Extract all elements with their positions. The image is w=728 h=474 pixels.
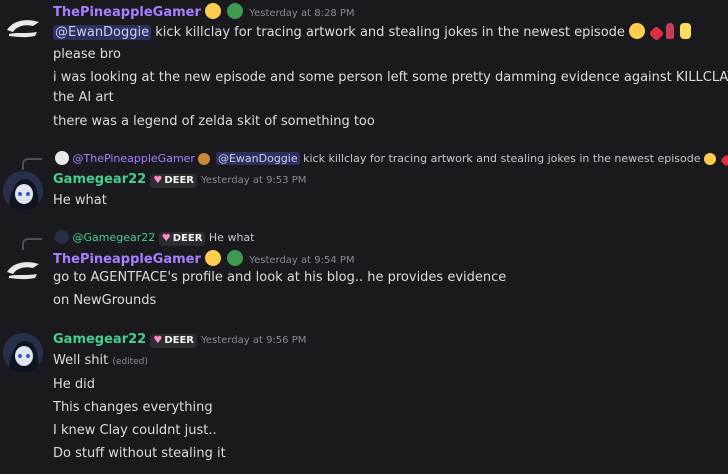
message-line: Do stuff without stealing it	[53, 446, 226, 461]
message-text: Well shit	[53, 353, 109, 368]
username[interactable]: ThePineappleGamer	[53, 5, 201, 20]
message-header: ThePineappleGamer Yesterday at 9:54 PM	[53, 250, 355, 267]
star-struck-emoji-icon	[205, 3, 222, 19]
timestamp[interactable]: Yesterday at 9:56 PM	[201, 335, 306, 346]
relieved-face-emoji-icon	[629, 23, 646, 39]
message-line: He what	[53, 193, 107, 208]
role-tag[interactable]: ♥ DEER	[150, 174, 197, 188]
username[interactable]: Gamegear22	[53, 172, 146, 187]
reply-avatar	[55, 230, 69, 244]
message-line: the AI art	[53, 90, 114, 105]
heart-icon: ♥	[153, 335, 163, 346]
message-text: kick killclay for tracing artwork and st…	[155, 25, 625, 40]
message-line: I knew Clay couldnt just..	[53, 423, 217, 438]
role-tag: ♥ DEER	[158, 232, 206, 246]
timestamp[interactable]: Yesterday at 8:28 PM	[249, 8, 354, 19]
message-line: please bro	[53, 47, 121, 62]
timestamp[interactable]: Yesterday at 9:53 PM	[201, 175, 306, 186]
message-line: Well shit (edited)	[53, 353, 148, 368]
wilted-flower-emoji-icon	[666, 23, 675, 39]
username[interactable]: Gamegear22	[53, 332, 146, 347]
avatar-gamegear22[interactable]	[3, 333, 43, 373]
reply-author: @Gamegear22	[72, 231, 156, 244]
clover-badge-icon	[227, 250, 244, 266]
broken-heart-emoji-icon	[720, 154, 728, 167]
message-line: He did	[53, 377, 96, 392]
message-line: i was looking at the new episode and som…	[53, 70, 728, 85]
message-line: on NewGrounds	[53, 293, 157, 308]
reply-text: He what	[208, 231, 255, 244]
message-line: @EwanDoggie kick killclay for tracing ar…	[53, 23, 693, 42]
username[interactable]: ThePineappleGamer	[53, 252, 201, 267]
reply-mention: @EwanDoggie	[215, 152, 300, 165]
reply-preview[interactable]: @Gamegear22 ♥ DEER He what	[55, 230, 254, 246]
reply-author: @ThePineappleGamer	[72, 152, 195, 165]
role-tag-label: DEER	[172, 233, 203, 244]
edited-label[interactable]: (edited)	[112, 357, 148, 367]
reply-text: kick killclay for tracing artwork and st…	[303, 152, 701, 165]
user-mention[interactable]: @EwanDoggie	[53, 25, 152, 40]
role-tag[interactable]: ♥ DEER	[150, 334, 197, 348]
message-header: Gamegear22 ♥ DEER Yesterday at 9:56 PM	[53, 332, 306, 348]
avatar-gamegear22[interactable]	[3, 171, 43, 211]
heart-icon: ♥	[161, 233, 171, 244]
role-tag-label: DEER	[164, 335, 194, 346]
avatar-thepineapplegamer[interactable]	[3, 250, 43, 290]
star-struck-emoji-icon	[205, 250, 222, 266]
victory-hand-emoji-icon	[680, 23, 692, 39]
avatar-thepineapplegamer[interactable]	[3, 8, 43, 48]
message-line: go to AGENTFACE's profile and look at hi…	[53, 270, 507, 285]
reply-connector	[22, 158, 42, 170]
cowboy-emoji-icon	[198, 153, 211, 165]
message-header: Gamegear22 ♥ DEER Yesterday at 9:53 PM	[53, 172, 306, 188]
reply-connector	[22, 238, 42, 250]
reply-avatar	[55, 151, 69, 165]
message-line: there was a legend of zelda skit of some…	[53, 114, 375, 129]
clover-badge-icon	[227, 3, 244, 19]
broken-heart-emoji-icon	[648, 25, 665, 42]
relieved-face-emoji-icon	[703, 153, 716, 165]
timestamp[interactable]: Yesterday at 9:54 PM	[249, 255, 354, 266]
message-line: This changes everything	[53, 400, 213, 415]
heart-icon: ♥	[153, 175, 163, 186]
reply-preview[interactable]: @ThePineappleGamer @EwanDoggie kick kill…	[55, 151, 728, 167]
message-header: ThePineappleGamer Yesterday at 8:28 PM	[53, 3, 355, 20]
role-tag-label: DEER	[164, 175, 194, 186]
